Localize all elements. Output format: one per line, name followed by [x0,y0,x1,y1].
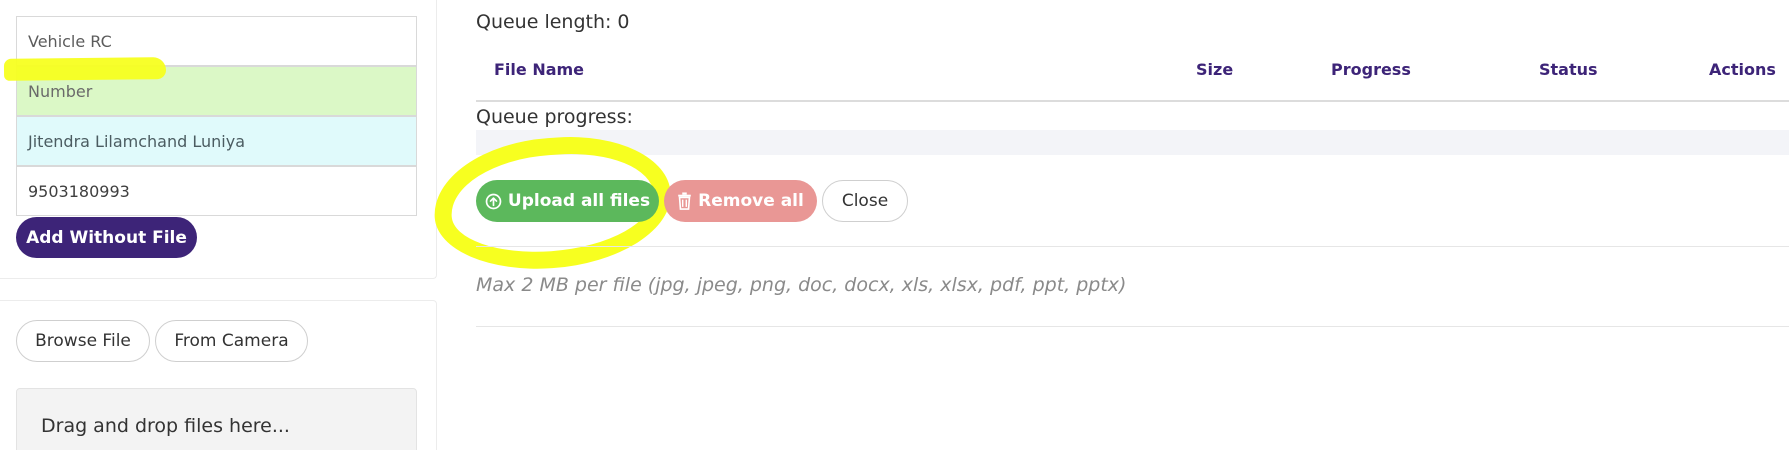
queue-progress-bar [476,130,1789,155]
column-header-progress: Progress [1331,60,1411,79]
divider [476,246,1789,247]
trash-icon [677,192,692,210]
column-header-file-name: File Name [494,60,585,79]
divider [476,326,1789,327]
highlighter-annotation [3,57,167,81]
document-number-value: Number [28,81,93,101]
column-header-actions: Actions [1709,60,1776,79]
browse-file-button[interactable]: Browse File [16,320,150,362]
from-camera-button[interactable]: From Camera [155,320,308,362]
column-header-status: Status [1539,60,1598,79]
add-without-file-button[interactable]: Add Without File [16,217,197,258]
page: Vehicle RC Number Jitendra Lilamchand Lu… [0,0,1789,450]
queue-length-label: Queue length: [476,11,612,33]
remove-all-button[interactable]: Remove all [664,180,817,222]
circle-arrow-up-icon [485,193,502,210]
file-size-hint: Max 2 MB per file (jpg, jpeg, png, doc, … [476,274,1127,296]
queue-length-value: 0 [617,11,630,33]
dropzone-text: Drag and drop files here... [41,415,290,437]
queue-length: Queue length: 0 [476,11,630,33]
file-dropzone[interactable]: Drag and drop files here... [16,388,417,450]
document-type-value: Vehicle RC [28,31,112,51]
queue-progress-label: Queue progress: [476,106,633,128]
queue-table-header: File Name Size Progress Status Actions [476,48,1789,102]
column-header-size: Size [1196,60,1234,79]
close-button[interactable]: Close [822,180,908,222]
owner-name-value: Jitendra Lilamchand Luniya [28,131,245,151]
owner-name-field[interactable]: Jitendra Lilamchand Luniya [16,116,417,166]
upload-all-label: Upload all files [507,191,651,211]
phone-number-field[interactable]: 9503180993 [16,166,417,216]
remove-all-label: Remove all [698,191,804,211]
phone-number-value: 9503180993 [28,181,130,201]
upload-all-button[interactable]: Upload all files [476,180,659,222]
